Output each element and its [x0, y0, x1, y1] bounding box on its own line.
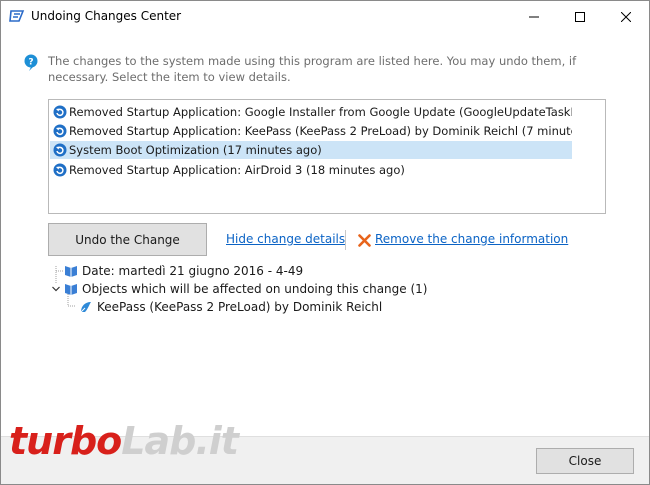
hide-details-link[interactable]: Hide change details	[226, 232, 345, 246]
detail-date-node: Date: martedì 21 giugno 2016 - 4-49	[64, 264, 303, 278]
svg-text:?: ?	[28, 58, 33, 68]
change-list-item-selected[interactable]: System Boot Optimization (17 minutes ago…	[50, 141, 572, 159]
change-label: Removed Startup Application: AirDroid 3 …	[69, 163, 405, 177]
change-list-item[interactable]: Removed Startup Application: KeePass (Ke…	[50, 122, 572, 140]
close-button[interactable]: Close	[536, 448, 634, 474]
help-icon: ?	[24, 54, 38, 71]
link-separator	[345, 230, 346, 250]
info-book-icon	[65, 284, 77, 295]
maximize-button[interactable]	[557, 1, 603, 32]
undo-change-button[interactable]: Undo the Change	[48, 223, 207, 256]
undoing-changes-window: Undoing Changes Center ? The changes to …	[0, 0, 650, 485]
undo-icon	[53, 124, 67, 138]
change-label: System Boot Optimization (17 minutes ago…	[69, 143, 322, 157]
chevron-down-icon[interactable]	[52, 286, 60, 292]
detail-date-text: Date: martedì 21 giugno 2016 - 4-49	[82, 264, 304, 278]
detail-objects-node[interactable]: Objects which will be affected on undoin…	[64, 282, 427, 296]
minimize-button[interactable]	[511, 1, 557, 32]
description-text: The changes to the system made using thi…	[48, 54, 577, 84]
info-book-icon	[65, 266, 77, 277]
window-title: Undoing Changes Center	[31, 9, 182, 23]
startup-app-icon	[80, 302, 91, 313]
close-icon	[621, 11, 631, 22]
detail-object-item[interactable]: KeePass (KeePass 2 PreLoad) by Dominik R…	[79, 300, 382, 314]
remove-change-info-link[interactable]: Remove the change information	[375, 232, 568, 246]
change-label: Removed Startup Application: Google Inst…	[69, 105, 572, 119]
maximize-icon	[575, 11, 585, 22]
undo-icon	[53, 105, 67, 119]
undo-icon	[53, 143, 67, 157]
change-list-item[interactable]: Removed Startup Application: Google Inst…	[50, 103, 572, 121]
detail-objects-text: Objects which will be affected on undoin…	[82, 282, 428, 296]
undo-icon	[53, 163, 67, 177]
turbolab-watermark: turboLab.it	[9, 419, 239, 463]
minimize-icon	[529, 16, 539, 17]
app-icon	[9, 10, 25, 22]
close-window-button[interactable]	[603, 1, 649, 32]
change-list-item[interactable]: Removed Startup Application: AirDroid 3 …	[50, 161, 572, 179]
detail-object-text: KeePass (KeePass 2 PreLoad) by Dominik R…	[97, 300, 383, 314]
title-bar[interactable]: Undoing Changes Center	[1, 1, 649, 32]
remove-x-icon	[358, 234, 371, 247]
change-label: Removed Startup Application: KeePass (Ke…	[69, 124, 572, 138]
changes-listbox[interactable]: Removed Startup Application: Google Inst…	[48, 99, 606, 214]
